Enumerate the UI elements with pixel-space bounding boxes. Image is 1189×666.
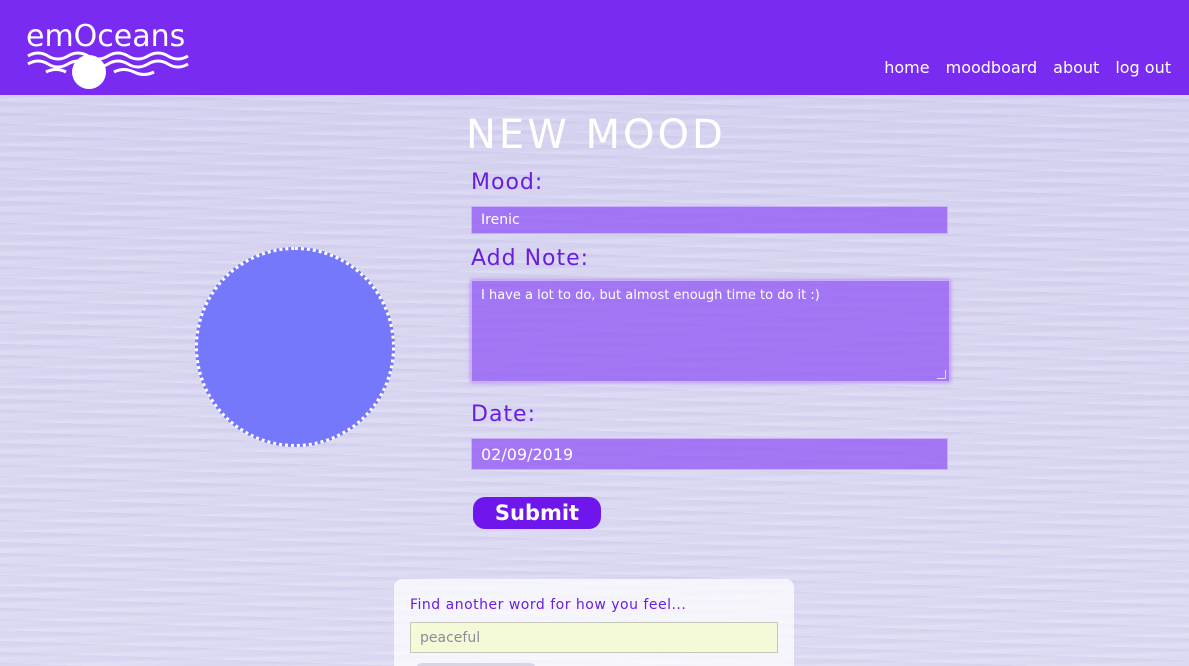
note-label: Add Note: (471, 246, 590, 271)
mood-color-swatch (195, 247, 395, 447)
mood-input[interactable] (471, 206, 948, 234)
textarea-resize-handle[interactable] (937, 370, 946, 379)
nav-logout-link[interactable]: log out (1115, 58, 1171, 77)
note-textarea[interactable]: I have a lot to do, but almost enough ti… (471, 280, 950, 382)
main-nav: home moodboard about log out (884, 58, 1171, 77)
emoceans-logo[interactable]: emOceans (26, 10, 191, 90)
date-input[interactable] (471, 438, 948, 470)
date-label: Date: (471, 402, 536, 427)
mood-label: Mood: (471, 170, 544, 195)
thesaurus-prompt: Find another word for how you feel... (410, 597, 687, 613)
site-header: emOceans home moodboard about log out (0, 0, 1189, 95)
logo-wordmark: emOceans (26, 19, 185, 54)
page-title: New Mood (466, 112, 726, 158)
nav-about-link[interactable]: about (1053, 58, 1099, 77)
thesaurus-panel: Find another word for how you feel... (394, 579, 794, 666)
submit-button[interactable]: Submit (473, 497, 601, 529)
nav-home-link[interactable]: home (884, 58, 929, 77)
nav-moodboard-link[interactable]: moodboard (946, 58, 1038, 77)
thesaurus-search-input[interactable] (410, 622, 778, 653)
